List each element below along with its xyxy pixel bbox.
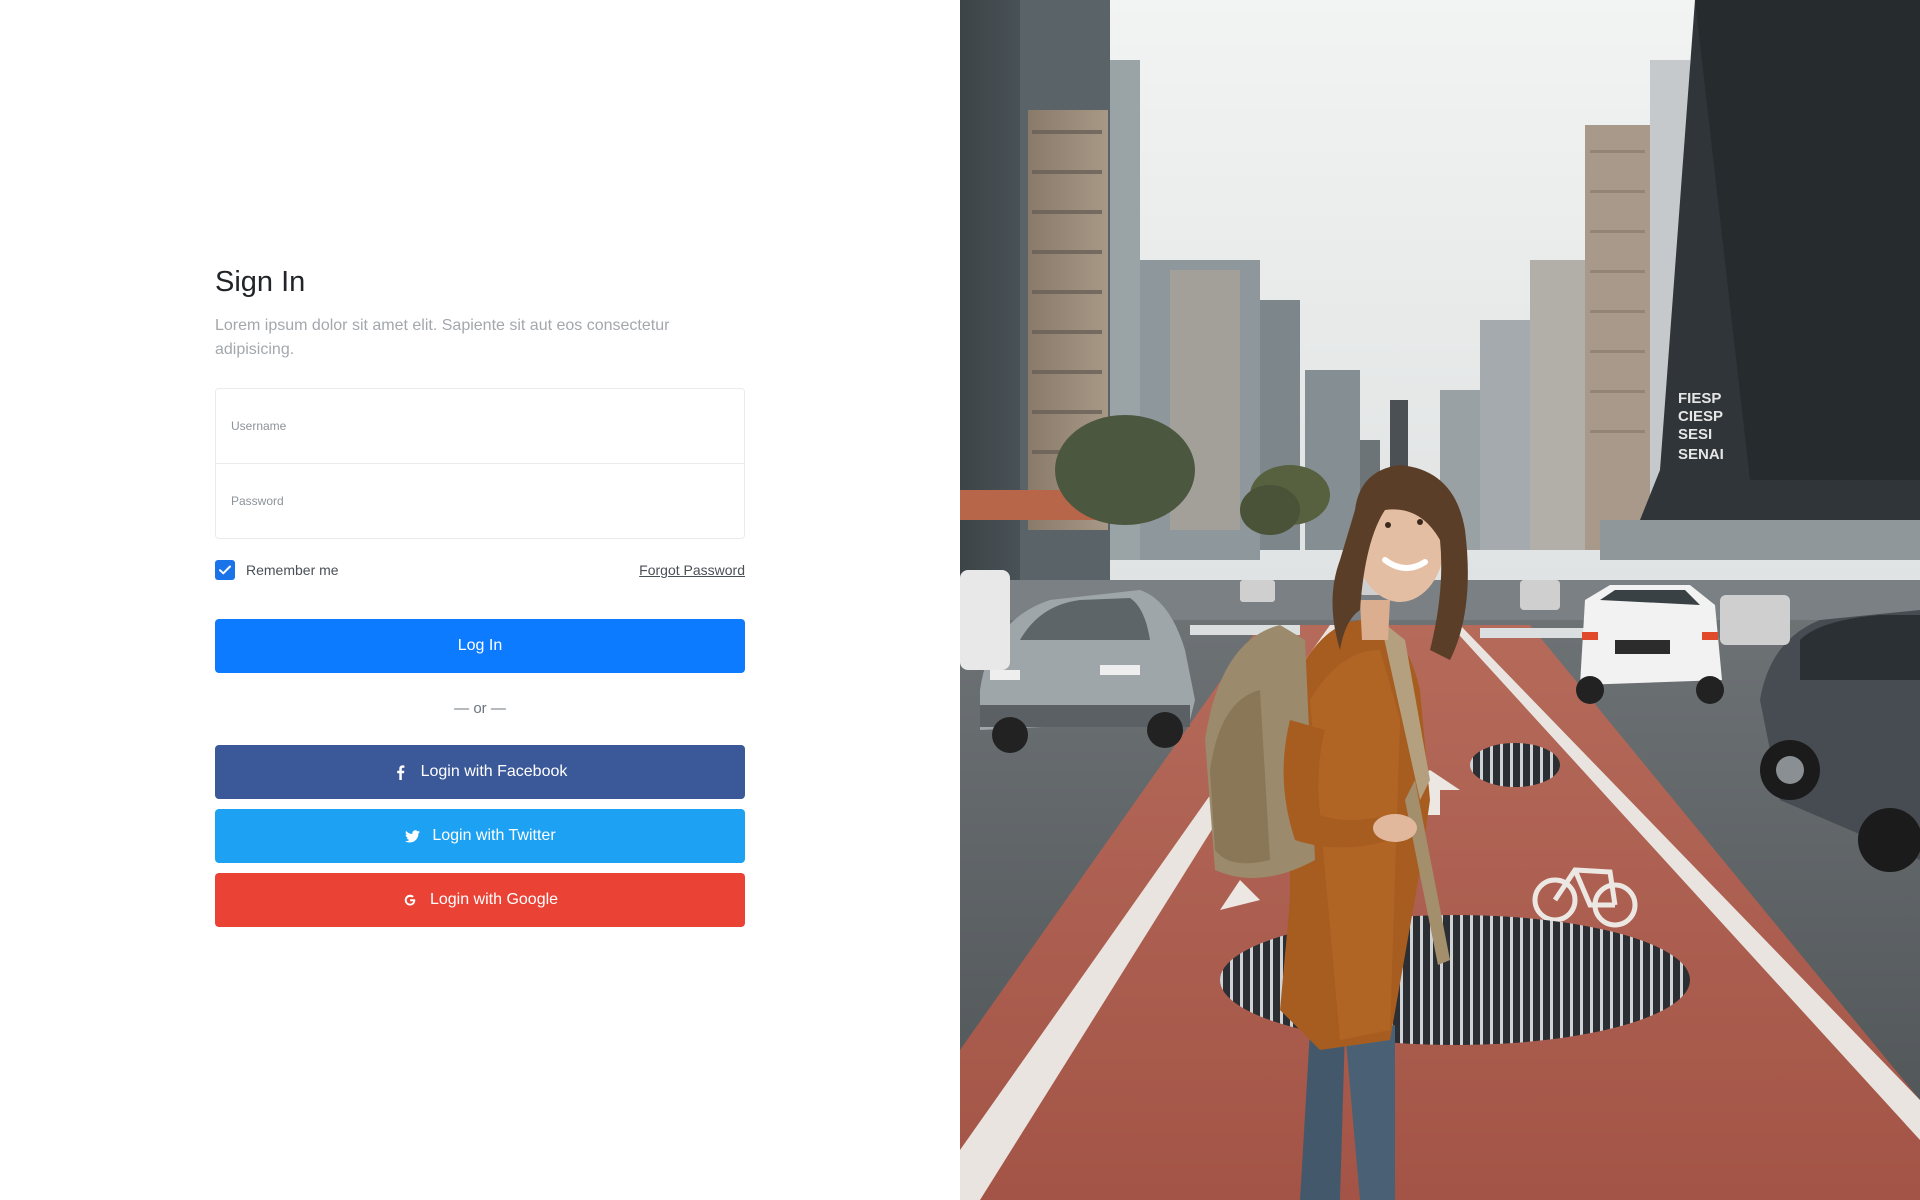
remember-me[interactable]: Remember me bbox=[215, 560, 339, 580]
username-input[interactable] bbox=[216, 389, 744, 463]
google-login-button[interactable]: Login with Google bbox=[215, 873, 745, 927]
signin-form: Sign In Lorem ipsum dolor sit amet elit.… bbox=[215, 262, 745, 927]
twitter-login-button[interactable]: Login with Twitter bbox=[215, 809, 745, 863]
twitter-login-label: Login with Twitter bbox=[432, 827, 556, 844]
sign-line-2: CIESP bbox=[1678, 408, 1723, 425]
city-street-illustration: FIESP CIESP SESI SENAI bbox=[960, 0, 1920, 1200]
password-input[interactable] bbox=[216, 464, 744, 538]
facebook-icon bbox=[393, 764, 409, 780]
google-icon bbox=[402, 892, 418, 908]
sign-line-4: SENAI bbox=[1678, 446, 1724, 463]
page-title: Sign In bbox=[215, 266, 306, 298]
login-button[interactable]: Log In bbox=[215, 619, 745, 673]
username-field-wrapper: Username bbox=[216, 389, 744, 463]
forgot-password-link[interactable]: Forgot Password bbox=[639, 562, 745, 578]
google-login-label: Login with Google bbox=[429, 891, 559, 908]
page: Sign In Lorem ipsum dolor sit amet elit.… bbox=[0, 0, 1920, 1200]
sign-line-1: FIESP bbox=[1678, 390, 1721, 407]
facebook-login-button[interactable]: Login with Facebook bbox=[215, 745, 745, 799]
facebook-login-label: Login with Facebook bbox=[420, 763, 568, 780]
sign-line-3: SESI bbox=[1678, 426, 1712, 443]
twitter-icon bbox=[404, 828, 420, 844]
remember-me-checkbox[interactable] bbox=[215, 560, 235, 580]
page-subtitle: Lorem ipsum dolor sit amet elit. Sapient… bbox=[215, 317, 670, 358]
form-options-row: Remember me Forgot Password bbox=[215, 559, 745, 581]
remember-me-label: Remember me bbox=[246, 562, 339, 578]
hero-image: FIESP CIESP SESI SENAI bbox=[960, 0, 1920, 1200]
password-field-wrapper: Password bbox=[216, 463, 744, 538]
or-divider: — or — bbox=[454, 700, 506, 717]
credentials-group: Username Password bbox=[215, 388, 745, 539]
signin-panel: Sign In Lorem ipsum dolor sit amet elit.… bbox=[0, 0, 960, 1200]
check-icon bbox=[219, 565, 231, 575]
